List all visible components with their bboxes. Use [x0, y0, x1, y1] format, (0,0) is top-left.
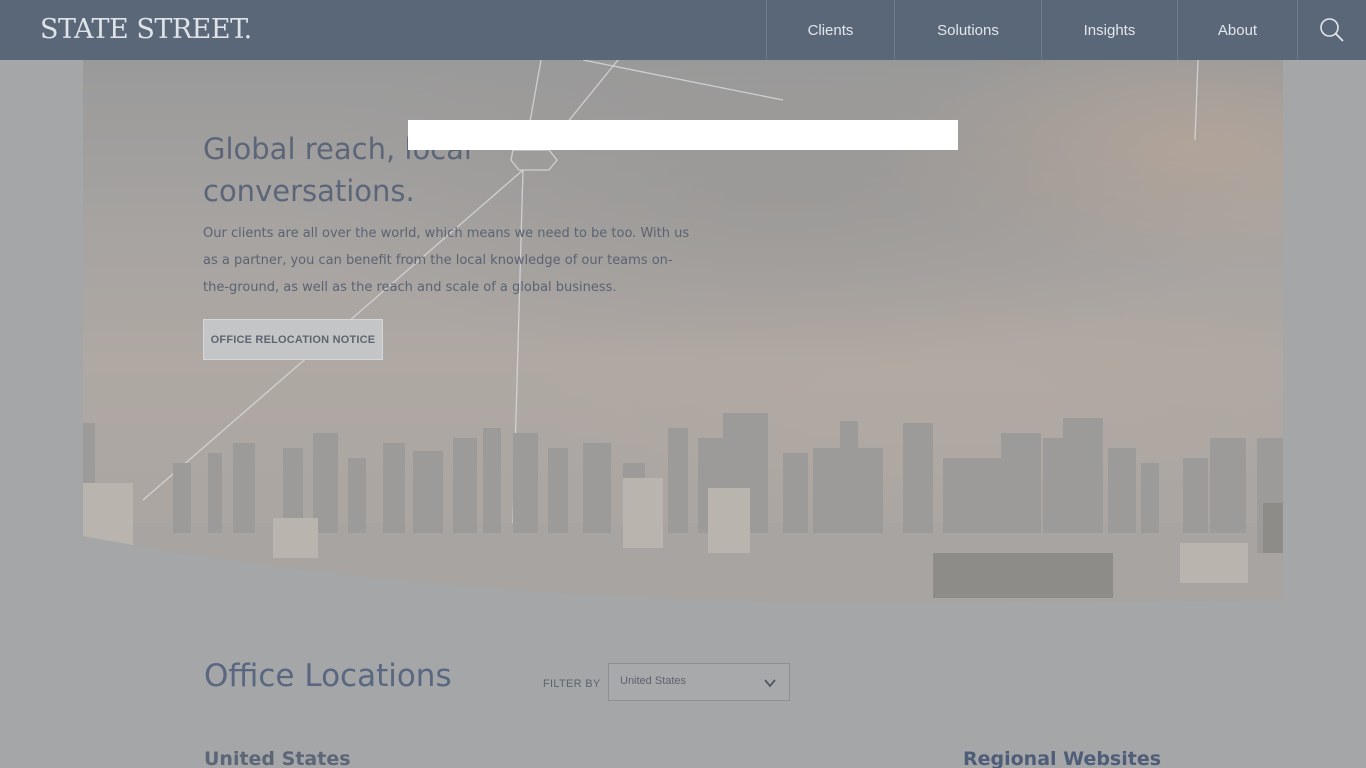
nav-about[interactable]: About	[1177, 0, 1297, 60]
site-header: STATE STREET. Clients Solutions Insights…	[0, 0, 1366, 60]
nav-solutions[interactable]: Solutions	[894, 0, 1041, 60]
nav-insights[interactable]: Insights	[1041, 0, 1177, 60]
state-street-logo[interactable]: STATE STREET.	[40, 14, 252, 46]
chevron-down-icon	[764, 679, 776, 688]
search-button[interactable]	[1297, 0, 1366, 60]
white-overlay-bar	[408, 120, 958, 150]
nav-clients[interactable]: Clients	[766, 0, 894, 60]
office-locations-title: Office Locations	[204, 658, 452, 694]
regional-websites-heading: Regional Websites	[963, 748, 1162, 768]
country-heading: United States	[204, 748, 351, 768]
filter-selected-value: United States	[620, 675, 687, 687]
country-filter-select[interactable]: United States	[608, 663, 790, 701]
office-relocation-notice-button[interactable]: OFFICE RELOCATION NOTICE	[203, 319, 383, 360]
filter-by-label: FILTER BY	[543, 678, 601, 690]
search-icon	[1320, 18, 1344, 42]
hero-description: Our clients are all over the world, whic…	[203, 226, 690, 295]
main-nav: Clients Solutions Insights About	[766, 0, 1366, 60]
